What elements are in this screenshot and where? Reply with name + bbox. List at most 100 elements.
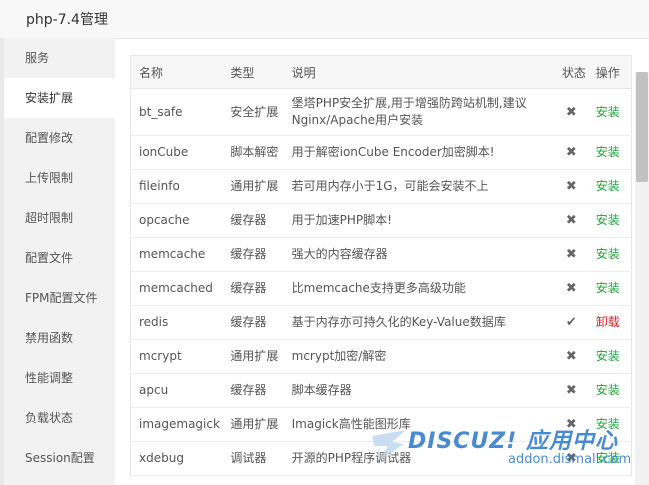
ext-type: 调试器: [222, 441, 284, 476]
dialog-titlebar[interactable]: php-7.4管理: [0, 0, 649, 39]
ext-type: 脚本解密: [222, 135, 284, 170]
close-x-icon: ✖: [565, 213, 577, 228]
sidebar-item-service[interactable]: 服务: [4, 38, 115, 78]
install-button[interactable]: 安装: [596, 105, 620, 119]
table-header-row: 名称 类型 说明 状态 操作: [130, 55, 632, 89]
php-manager-dialog: php-7.4管理 服务 安装扩展 配置修改 上传限制 超时限制 配置文件 FP…: [0, 0, 649, 485]
sidebar-item-install-extensions[interactable]: 安装扩展: [4, 78, 115, 118]
ext-type: 安全扩展: [222, 88, 284, 136]
install-button[interactable]: 安装: [596, 213, 620, 227]
ext-name: redis: [130, 305, 223, 340]
ext-state: ✖: [553, 203, 588, 238]
header-desc: 说明: [283, 55, 554, 89]
ext-op-cell: 安装: [587, 88, 632, 136]
table-row: fileinfo 通用扩展 若可用内存小于1G，可能会安装不上 ✖ 安装: [130, 169, 632, 204]
header-name: 名称: [130, 55, 223, 89]
ext-state: ✖: [553, 441, 588, 476]
ext-desc: 堡塔PHP安全扩展,用于增强防跨站机制,建议Nginx/Apache用户安装: [283, 88, 554, 136]
sidebar-item-config-file[interactable]: 配置文件: [4, 238, 115, 278]
ext-op-cell: 安装: [587, 373, 632, 408]
ext-name: ionCube: [130, 135, 223, 170]
ext-name: opcache: [130, 203, 223, 238]
ext-desc: mcrypt加密/解密: [283, 339, 554, 374]
sidebar-item-disabled-functions[interactable]: 禁用函数: [4, 318, 115, 358]
install-button[interactable]: 安装: [596, 247, 620, 261]
close-x-icon: ✖: [565, 383, 577, 398]
sidebar-menu: 服务 安装扩展 配置修改 上传限制 超时限制 配置文件 FPM配置文件 禁用函数…: [4, 38, 115, 485]
ext-state: ✖: [553, 135, 588, 170]
ext-type: 通用扩展: [222, 407, 284, 442]
close-x-icon: ✖: [565, 104, 577, 120]
ext-desc: 用于解密ionCube Encoder加密脚本!: [283, 135, 554, 170]
extensions-panel: 名称 类型 说明 状态 操作 bt_safe 安全扩展 堡塔PHP安全扩展,用于…: [130, 55, 632, 485]
ext-desc: 用于加速PHP脚本!: [283, 203, 554, 238]
ext-state: ✖: [553, 373, 588, 408]
ext-desc: 若可用内存小于1G，可能会安装不上: [283, 169, 554, 204]
ext-state: ✔: [553, 305, 588, 340]
install-button[interactable]: 安装: [596, 383, 620, 397]
ext-desc: 强大的内容缓存器: [283, 237, 554, 272]
ext-type: 缓存器: [222, 203, 284, 238]
ext-state: ✖: [553, 407, 588, 442]
table-row: apcu 缓存器 脚本缓存器 ✖ 安装: [130, 373, 632, 408]
vertical-scrollbar[interactable]: [635, 72, 649, 485]
ext-desc: 比memcache支持更多高级功能: [283, 271, 554, 306]
ext-name: memcache: [130, 237, 223, 272]
check-icon: ✔: [565, 315, 577, 330]
table-row: xdebug 调试器 开源的PHP程序调试器 ✖ 安装: [130, 441, 632, 476]
install-button[interactable]: 安装: [596, 145, 620, 159]
scrollbar-thumb[interactable]: [636, 72, 648, 182]
close-x-icon: ✖: [565, 179, 577, 194]
ext-desc: 开源的PHP程序调试器: [283, 441, 554, 476]
table-row: memcached 缓存器 比memcache支持更多高级功能 ✖ 安装: [130, 271, 632, 306]
ext-name: imagemagick: [130, 407, 223, 442]
sidebar-item-load-status[interactable]: 负载状态: [4, 398, 115, 438]
close-x-icon: ✖: [565, 451, 577, 466]
ext-state: ✖: [553, 237, 588, 272]
ext-op-cell: 安装: [587, 271, 632, 306]
ext-op-cell: 安装: [587, 203, 632, 238]
dialog-title: php-7.4管理: [26, 12, 108, 28]
header-type: 类型: [222, 55, 284, 89]
table-row: mcrypt 通用扩展 mcrypt加密/解密 ✖ 安装: [130, 339, 632, 374]
sidebar-item-upload-limit[interactable]: 上传限制: [4, 158, 115, 198]
ext-name: memcached: [130, 271, 223, 306]
header-op: 操作: [587, 55, 632, 89]
ext-name: mcrypt: [130, 339, 223, 374]
ext-desc: 基于内存亦可持久化的Key-Value数据库: [283, 305, 554, 340]
sidebar-item-config-edit[interactable]: 配置修改: [4, 118, 115, 158]
ext-state: ✖: [553, 88, 588, 136]
install-button[interactable]: 安装: [596, 451, 620, 465]
ext-desc: 脚本缓存器: [283, 373, 554, 408]
ext-op-cell: 安装: [587, 339, 632, 374]
close-x-icon: ✖: [565, 281, 577, 296]
header-state: 状态: [553, 55, 588, 89]
install-button[interactable]: 安装: [596, 349, 620, 363]
ext-state: ✖: [553, 271, 588, 306]
sidebar-item-fpm-config-file[interactable]: FPM配置文件: [4, 278, 115, 318]
close-x-icon: ✖: [565, 349, 577, 364]
ext-state: ✖: [553, 169, 588, 204]
install-button[interactable]: 安装: [596, 179, 620, 193]
ext-op-cell: 安装: [587, 169, 632, 204]
sidebar-item-performance-tuning[interactable]: 性能调整: [4, 358, 115, 398]
ext-op-cell: 卸载: [587, 305, 632, 340]
table-row: ionCube 脚本解密 用于解密ionCube Encoder加密脚本! ✖ …: [130, 135, 632, 170]
ext-type: 缓存器: [222, 271, 284, 306]
ext-op-cell: 安装: [587, 407, 632, 442]
ext-op-cell: 安装: [587, 237, 632, 272]
sidebar-item-session-config[interactable]: Session配置: [4, 438, 115, 478]
table-row: opcache 缓存器 用于加速PHP脚本! ✖ 安装: [130, 203, 632, 238]
ext-name: apcu: [130, 373, 223, 408]
ext-name: bt_safe: [130, 88, 223, 136]
ext-type: 缓存器: [222, 373, 284, 408]
install-button[interactable]: 安装: [596, 281, 620, 295]
table-row: redis 缓存器 基于内存亦可持久化的Key-Value数据库 ✔ 卸载: [130, 305, 632, 340]
uninstall-button[interactable]: 卸载: [596, 315, 620, 329]
sidebar-item-timeout-limit[interactable]: 超时限制: [4, 198, 115, 238]
extensions-table: 名称 类型 说明 状态 操作 bt_safe 安全扩展 堡塔PHP安全扩展,用于…: [130, 55, 632, 476]
ext-name: fileinfo: [130, 169, 223, 204]
table-row: imagemagick 通用扩展 Imagick高性能图形库 ✖ 安装: [130, 407, 632, 442]
install-button[interactable]: 安装: [596, 417, 620, 431]
ext-type: 缓存器: [222, 237, 284, 272]
